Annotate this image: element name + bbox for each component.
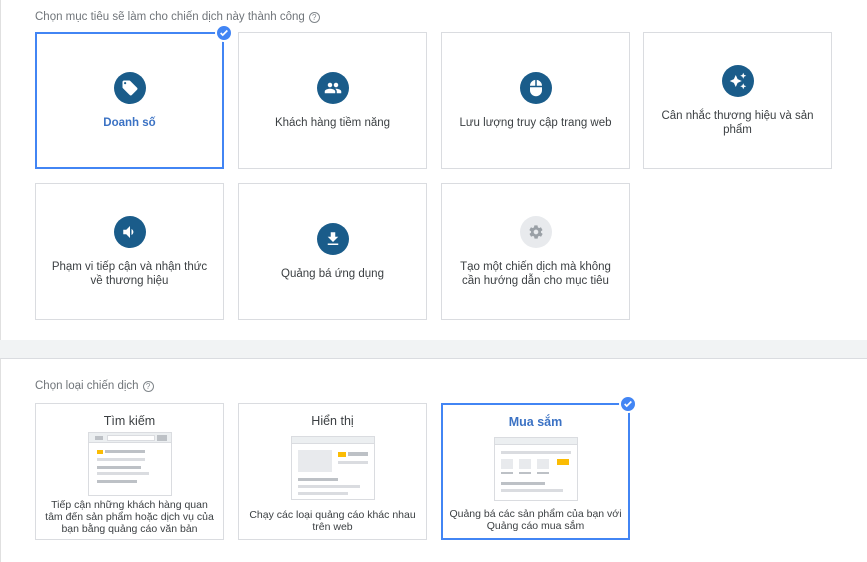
campaign-title: Tìm kiếm xyxy=(103,414,156,428)
people-icon xyxy=(316,71,349,104)
download-icon xyxy=(316,222,349,255)
goal-card-sales[interactable]: Doanh số xyxy=(35,32,224,169)
goal-label: Phạm vi tiếp cận và nhận thức về thương … xyxy=(51,260,208,287)
goal-card-leads[interactable]: Khách hàng tiềm năng xyxy=(238,32,427,169)
campaign-description: Quảng bá các sản phẩm của bạn với Quảng … xyxy=(449,508,622,532)
goal-heading: Chọn mục tiêu sẽ làm cho chiến dịch này … xyxy=(35,11,320,23)
checkmark-icon xyxy=(619,395,637,413)
campaign-type-heading: Chọn loại chiến dịch ? xyxy=(35,380,154,392)
gear-icon xyxy=(519,215,552,248)
goal-label: Cân nhắc thương hiệu và sản phẩm xyxy=(661,109,814,136)
goal-label: Lưu lượng truy cập trang web xyxy=(459,116,612,129)
section-divider xyxy=(0,340,867,358)
campaign-description: Tiếp cận những khách hàng quan tâm đến s… xyxy=(45,499,214,535)
goal-label: Khách hàng tiềm năng xyxy=(274,116,391,129)
campaign-card-display[interactable]: Hiển thị Chạy các loại quảng cáo khác nh… xyxy=(238,403,427,540)
shopping-ad-illustration xyxy=(494,437,578,501)
campaign-type-section: Chọn loại chiến dịch ? Tìm kiếm Tiếp cận… xyxy=(0,358,867,562)
tag-icon xyxy=(113,71,146,104)
campaign-title: Hiển thị xyxy=(311,414,354,428)
goal-label: Tạo một chiến dịch mà không cần hướng dẫ… xyxy=(460,260,611,287)
speaker-icon xyxy=(113,215,146,248)
mouse-icon xyxy=(519,71,552,104)
goal-label: Doanh số xyxy=(103,116,156,129)
goal-label: Quảng bá ứng dụng xyxy=(281,267,384,280)
goal-card-app-promotion[interactable]: Quảng bá ứng dụng xyxy=(238,183,427,320)
display-ad-illustration xyxy=(291,436,375,500)
goal-card-website-traffic[interactable]: Lưu lượng truy cập trang web xyxy=(441,32,630,169)
question-circle-icon[interactable]: ? xyxy=(308,11,320,23)
goal-card-no-goal[interactable]: Tạo một chiến dịch mà không cần hướng dẫ… xyxy=(441,183,630,320)
campaign-title: Mua sắm xyxy=(508,415,563,429)
campaign-card-search[interactable]: Tìm kiếm Tiếp cận những khách hàng quan … xyxy=(35,403,224,540)
campaign-card-shopping[interactable]: Mua sắm Quảng bá các sản phẩm của bạn vớ… xyxy=(441,403,630,540)
sparkle-icon xyxy=(721,64,754,97)
checkmark-icon xyxy=(215,24,233,42)
question-circle-icon[interactable]: ? xyxy=(142,380,154,392)
search-ad-illustration xyxy=(88,432,172,496)
goal-section: Chọn mục tiêu sẽ làm cho chiến dịch này … xyxy=(0,0,867,340)
goal-card-brand-awareness[interactable]: Phạm vi tiếp cận và nhận thức về thương … xyxy=(35,183,224,320)
campaign-description: Chạy các loại quảng cáo khác nhau trên w… xyxy=(249,509,416,533)
goal-card-brand-consideration[interactable]: Cân nhắc thương hiệu và sản phẩm xyxy=(643,32,832,169)
